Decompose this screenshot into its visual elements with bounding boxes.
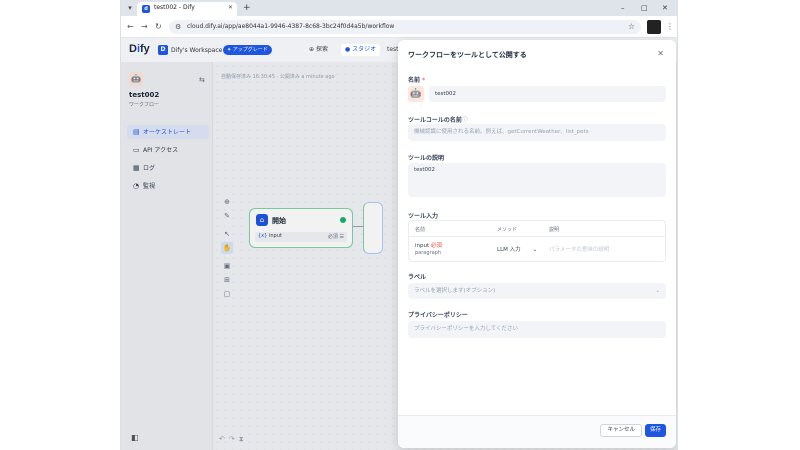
param-description-input[interactable]: パラメータの意味の説明 bbox=[549, 245, 609, 253]
tab-list-icon[interactable]: ▾ bbox=[125, 3, 135, 13]
close-window-icon[interactable]: ✕ bbox=[662, 2, 668, 14]
tool-call-label-text: ツールコールの名前 bbox=[408, 117, 462, 124]
upgrade-button[interactable]: ✦ アップグレード bbox=[223, 45, 272, 55]
profile-avatar[interactable] bbox=[647, 20, 661, 34]
nav-studio[interactable]: ● スタジオ bbox=[341, 44, 381, 56]
browser-window: ▾ d test002 - Dify ✕ + – □ ✕ ← → ↻ ⚙ clo… bbox=[120, 0, 678, 450]
compass-icon: ⊕ bbox=[309, 46, 316, 53]
new-tab-icon[interactable]: + bbox=[243, 2, 251, 14]
browser-toolbar: ← → ↻ ⚙ cloud.dify.ai/app/ae8044a1-9946-… bbox=[121, 16, 677, 38]
logo-suffix: fy bbox=[140, 43, 150, 55]
privacy-policy-label: プライバシーポリシー bbox=[408, 312, 468, 319]
tab-title: test002 - Dify bbox=[154, 4, 195, 11]
header-method: メソッド bbox=[497, 227, 518, 233]
address-bar[interactable]: ⚙ cloud.dify.ai/app/ae8044a1-9946-4387-8… bbox=[169, 20, 641, 34]
tab-close-icon[interactable]: ✕ bbox=[228, 4, 233, 11]
table-divider bbox=[409, 236, 665, 237]
url-text: cloud.dify.ai/app/ae8044a1-9946-4387-8c6… bbox=[187, 23, 395, 30]
tool-description-textarea[interactable]: test002 bbox=[408, 163, 666, 197]
param-name-text: input bbox=[415, 243, 430, 249]
workspace-name: Dify's Workspace bbox=[171, 46, 223, 54]
close-icon[interactable]: ✕ bbox=[657, 49, 664, 58]
labels-placeholder: ラベルを選択します(オプション) bbox=[414, 288, 496, 294]
publish-as-tool-dialog: ワークフローをツールとして公開する ✕ 名前 * 🤖 test002 ツールコー… bbox=[398, 40, 676, 448]
name-input[interactable]: test002 bbox=[429, 86, 666, 102]
required-mark: * bbox=[422, 77, 426, 84]
tool-call-name-label: ツールコールの名前ⓘ bbox=[408, 115, 468, 124]
workspace-switcher[interactable]: D Dify's Workspace ▾ bbox=[158, 44, 228, 56]
dialog-title: ワークフローをツールとして公開する bbox=[408, 51, 527, 59]
name-label: 名前 * bbox=[408, 75, 425, 84]
minimize-icon[interactable]: – bbox=[621, 2, 625, 14]
logo-prefix: D bbox=[129, 43, 137, 55]
chevron-down-icon: ⌄ bbox=[532, 247, 538, 253]
param-type: paragraph bbox=[415, 250, 441, 256]
cancel-button[interactable]: キャンセル bbox=[600, 424, 642, 437]
param-name: input 必須 bbox=[415, 241, 442, 249]
tool-description-label: ツールの説明 bbox=[408, 155, 445, 162]
dify-favicon-icon: d bbox=[142, 5, 150, 13]
dialog-footer: キャンセル 保存 bbox=[398, 415, 676, 448]
workspace-badge: D bbox=[158, 45, 168, 55]
tab-strip: ▾ d test002 - Dify ✕ + – □ ✕ bbox=[121, 0, 677, 16]
name-label-text: 名前 bbox=[408, 77, 421, 84]
chevron-down-icon: ⌄ bbox=[655, 288, 660, 294]
nav-explore-label: 探索 bbox=[315, 46, 328, 53]
nav-studio-label: スタジオ bbox=[352, 46, 377, 53]
privacy-policy-input[interactable]: プライバシーポリシーを入力してください bbox=[408, 321, 666, 338]
dify-logo[interactable]: Dify bbox=[129, 43, 150, 55]
header-name: 名前 bbox=[415, 227, 426, 233]
labels-select[interactable]: ラベルを選択します(オプション) ⌄ bbox=[408, 283, 666, 299]
tool-emoji-picker[interactable]: 🤖 bbox=[408, 86, 424, 102]
tool-input-table: 名前 メソッド 説明 input 必須 paragraph LLM 入力 ⌄ パラ… bbox=[408, 220, 666, 262]
back-icon[interactable]: ← bbox=[127, 21, 134, 33]
tool-input-label: ツール入力 bbox=[408, 213, 439, 220]
labels-label: ラベル bbox=[408, 274, 427, 281]
info-icon[interactable]: ⓘ bbox=[462, 117, 468, 124]
method-select[interactable]: LLM 入力 ⌄ bbox=[497, 245, 537, 253]
header-description: 説明 bbox=[549, 227, 560, 233]
forward-icon[interactable]: → bbox=[141, 21, 148, 33]
nav-explore[interactable]: ⊕ 探索 bbox=[305, 44, 332, 56]
reload-icon[interactable]: ↻ bbox=[155, 21, 162, 33]
param-required: 必須 bbox=[430, 243, 442, 249]
browser-menu-icon[interactable]: ⋮ bbox=[666, 21, 674, 33]
tool-call-name-input[interactable]: 機械認識に使用される名前。例えば、getCurrentWeather、list_… bbox=[408, 124, 666, 141]
site-info-icon[interactable]: ⚙ bbox=[175, 21, 181, 33]
browser-tab[interactable]: d test002 - Dify ✕ bbox=[137, 2, 237, 16]
save-button[interactable]: 保存 bbox=[644, 424, 666, 437]
method-value: LLM 入力 bbox=[497, 247, 521, 253]
bookmark-star-icon[interactable]: ☆ bbox=[628, 21, 635, 33]
maximize-icon[interactable]: □ bbox=[641, 2, 648, 14]
